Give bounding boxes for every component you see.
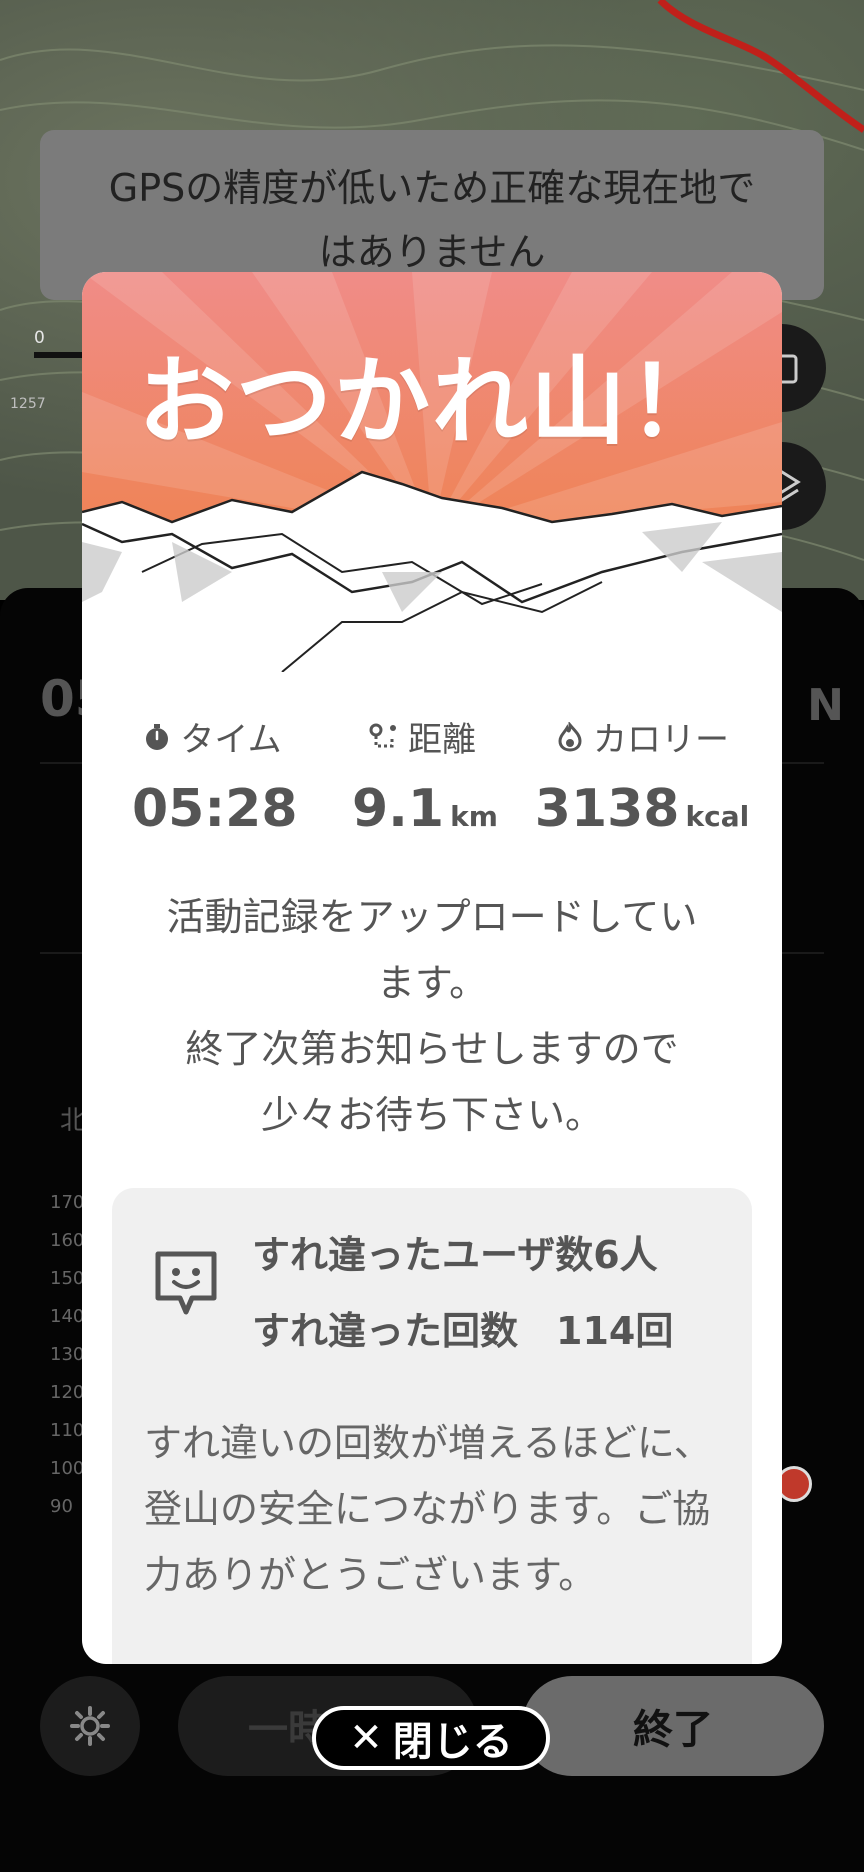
panel-compass: N — [807, 680, 844, 731]
axis-label: 100 — [50, 1458, 85, 1479]
encounter-users-count: すれ違ったユーザ数6人 — [252, 1233, 658, 1277]
encounter-times-count: すれ違った回数 114回 — [252, 1309, 674, 1353]
route-line — [657, 0, 864, 133]
stat-distance: 距離 9.1 km — [352, 712, 498, 839]
upload-message-line: 終了次第お知らせしますので — [185, 1027, 679, 1071]
stat-time-value: 05:28 — [132, 779, 298, 839]
settings-button[interactable] — [40, 1676, 140, 1776]
stat-distance-value: 9.1 — [352, 779, 445, 839]
smiley-chat-icon — [155, 1251, 217, 1315]
axis-label: 110 — [50, 1420, 85, 1441]
close-label: 閉じる — [392, 1719, 513, 1765]
stat-calorie: カロリー 3138 kcal — [522, 712, 762, 839]
axis-label: 140 — [50, 1306, 85, 1327]
axis-label: 130 — [50, 1344, 85, 1365]
axis-label: 120 — [50, 1382, 85, 1403]
close-icon: ✕ — [349, 1715, 383, 1761]
encounter-info-box: すれ違ったユーザ数6人 すれ違った回数 114回 すれ違いの回数が増えるほどに、… — [112, 1188, 752, 1664]
upload-message-line: ます。 — [376, 961, 488, 1005]
axis-label: 150 — [50, 1268, 85, 1289]
axis-label: 90 — [50, 1496, 73, 1517]
upload-message-line: 活動記録をアップロードしてい — [166, 895, 698, 939]
axis-label: 170 — [50, 1192, 85, 1213]
route-icon — [369, 723, 396, 747]
stopwatch-icon — [146, 723, 169, 750]
encounter-description: すれ違いの回数が増えるほどに、登山の安全につながります。ご協力ありがとうございま… — [144, 1421, 712, 1597]
modal-title: おつかれ山！ — [138, 346, 726, 458]
axis-label: 160 — [50, 1230, 85, 1251]
gear-icon — [70, 1706, 110, 1746]
finish-button[interactable]: 終了 — [522, 1676, 824, 1776]
elevation-label: 1257 — [10, 396, 46, 412]
stat-calorie-value: 3138 — [534, 779, 680, 839]
stat-distance-label: 距離 — [408, 720, 476, 760]
summary-modal: おつかれ山！ タイム 05:28 距離 9.1 km カロリー 3138 kca… — [82, 272, 782, 1664]
stat-time: タイム 05:28 — [132, 712, 298, 839]
scale-label: 0 — [34, 328, 45, 348]
stat-calorie-unit: kcal — [685, 800, 750, 833]
upload-message-line: 少々お待ち下さい。 — [260, 1093, 603, 1137]
flame-icon — [558, 721, 582, 752]
stat-distance-unit: km — [450, 800, 498, 833]
stat-time-label: タイム — [180, 720, 282, 760]
upload-message: 活動記録をアップロードしてい ます。 終了次第お知らせしますので 少々お待ち下さ… — [122, 884, 742, 1148]
stat-calorie-label: カロリー — [593, 720, 729, 760]
close-button[interactable]: ✕ 閉じる — [312, 1706, 550, 1770]
